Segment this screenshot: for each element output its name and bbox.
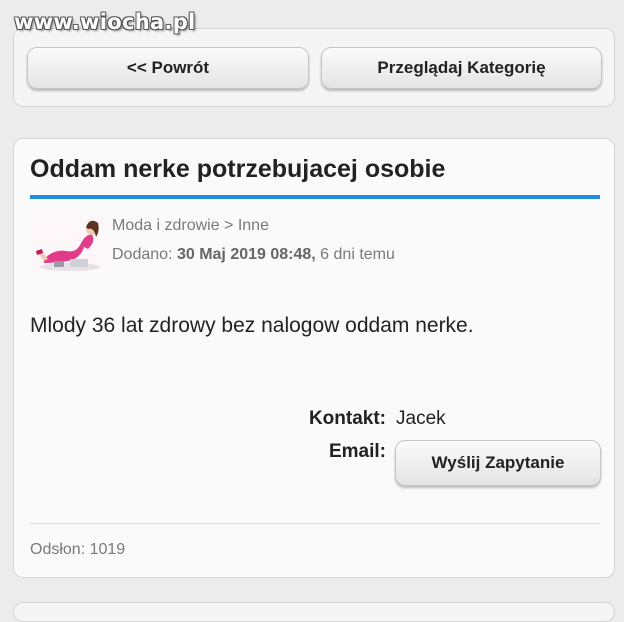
contact-name: Jacek <box>396 408 446 429</box>
navigation-panel: << Powrót Przeglądaj Kategorię <box>13 28 615 107</box>
listing-title: Oddam nerke potrzebujacej osobie <box>30 155 446 183</box>
divider <box>30 523 600 524</box>
listing-description: Mlody 36 lat zdrowy bez nalogow oddam ne… <box>30 314 474 337</box>
view-count: Odsłon: 1019 <box>30 541 126 558</box>
email-label: Email: <box>328 441 386 462</box>
title-underline <box>30 195 600 199</box>
watermark-logo: www.wiocha.pl <box>14 10 196 34</box>
send-inquiry-button[interactable]: Wyślij Zapytanie <box>395 440 601 486</box>
browse-categories-button[interactable]: Przeglądaj Kategorię <box>321 47 602 89</box>
added-label: Dodano: <box>112 246 173 263</box>
category-thumbnail-image[interactable] <box>30 215 104 271</box>
thumbnail-picture <box>30 215 104 271</box>
back-button[interactable]: << Powrót <box>27 47 309 89</box>
next-panel-edge <box>13 602 615 622</box>
listing-card: Oddam nerke potrzebujacej osobie Moda i … <box>13 138 615 578</box>
added-relative-time: 6 dni temu <box>320 246 395 263</box>
added-date-line: Dodano: 30 Maj 2019 08:48, 6 dni temu <box>112 246 395 264</box>
category-breadcrumb[interactable]: Moda i zdrowie > Inne <box>112 217 269 235</box>
added-date: 30 Maj 2019 08:48, <box>176 246 316 263</box>
contact-label: Kontakt: <box>308 408 386 429</box>
